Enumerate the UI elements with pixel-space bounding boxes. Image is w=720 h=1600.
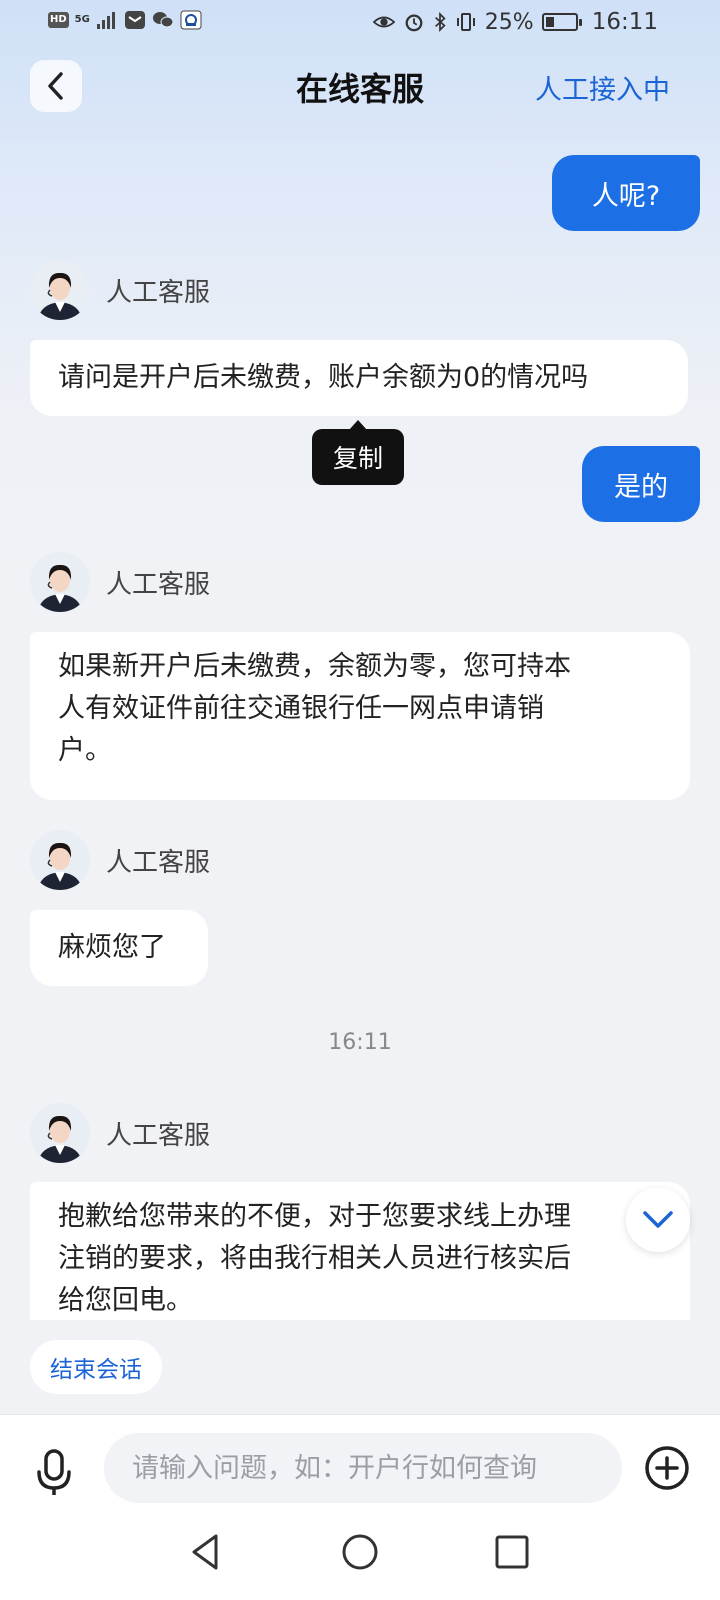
copy-tooltip[interactable]: 复制: [312, 420, 404, 485]
agent-message-line: 如果新开户后未缴费，余额为零，您可持本: [58, 651, 571, 682]
agent-message-line: 给您回电。: [58, 1285, 193, 1316]
agent-message[interactable]: 如果新开户后未缴费，余额为零，您可持本 人有效证件前往交通银行任一网点申请销 户…: [30, 632, 690, 800]
agent-message-line: 抱歉给您带来的不便，对于您要求线上办理: [58, 1201, 571, 1232]
voice-input-button[interactable]: [32, 1445, 76, 1501]
agent-message[interactable]: 抱歉给您带来的不便，对于您要求线上办理 注销的要求，将由我行相关人员进行核实后 …: [30, 1182, 690, 1320]
message-input[interactable]: [104, 1433, 622, 1503]
end-chat-button[interactable]: 结束会话: [30, 1340, 162, 1394]
agent-header: 人工客服: [30, 260, 210, 320]
wechat-icon: [152, 12, 174, 28]
agent-avatar: [30, 260, 90, 320]
network-5g-label: 5G: [74, 14, 90, 25]
agent-connecting-status: 人工接入中: [535, 75, 670, 106]
agent-message-line: 注销的要求，将由我行相关人员进行核实后: [58, 1243, 571, 1274]
message-scroll-clip: 抱歉给您带来的不便，对于您要求线上办理 注销的要求，将由我行相关人员进行核实后 …: [0, 1180, 720, 1320]
agent-avatar: [30, 552, 90, 612]
scroll-to-bottom-button[interactable]: [626, 1188, 690, 1252]
header: 在线客服 人工接入中: [0, 56, 720, 116]
hd-badge: HD: [48, 12, 69, 28]
agent-avatar: [30, 830, 90, 890]
mail-icon: [124, 11, 145, 29]
message-timestamp: 16:11: [328, 1030, 392, 1055]
battery-percent: 25%: [484, 9, 534, 35]
agent-message-text: 麻烦您了: [58, 932, 166, 963]
alarm-icon: [405, 14, 423, 32]
bank-app-icon: [180, 10, 202, 30]
agent-name: 人工客服: [106, 277, 211, 308]
vibrate-icon: [456, 13, 475, 31]
nav-back-icon[interactable]: [184, 1530, 228, 1574]
plus-circle-icon[interactable]: [644, 1445, 690, 1491]
user-message[interactable]: 人呢?: [552, 155, 700, 231]
clock: 16:11: [591, 9, 658, 35]
agent-message[interactable]: 请问是开户后未缴费，账户余额为0的情况吗: [30, 340, 688, 416]
agent-name: 人工客服: [106, 847, 211, 878]
agent-message-line: 户。: [58, 735, 112, 766]
battery-icon: [541, 13, 582, 31]
chevron-down-icon: [643, 1211, 673, 1228]
bluetooth-icon: [434, 12, 446, 32]
agent-name: 人工客服: [106, 1120, 211, 1151]
signal-icon: [96, 12, 115, 29]
agent-avatar: [30, 1103, 90, 1163]
agent-message-line: 人有效证件前往交通银行任一网点申请销: [58, 693, 544, 724]
status-left: HD 5G: [48, 10, 202, 30]
user-message[interactable]: 是的: [582, 446, 700, 522]
status-bar: HD 5G 25% 16:11: [0, 0, 720, 46]
status-right: 25% 16:11: [372, 9, 658, 35]
agent-message[interactable]: 麻烦您了: [30, 910, 208, 986]
nav-recents-icon[interactable]: [490, 1530, 534, 1574]
eye-icon: [372, 16, 395, 28]
microphone-icon: [37, 1449, 71, 1495]
agent-header: 人工客服: [30, 1103, 210, 1163]
agent-name: 人工客服: [106, 569, 211, 600]
agent-header: 人工客服: [30, 830, 210, 890]
agent-message-text: 请问是开户后未缴费，账户余额为0的情况吗: [58, 362, 589, 393]
nav-home-icon[interactable]: [338, 1530, 382, 1574]
system-nav-bar: [0, 1510, 720, 1600]
agent-header: 人工客服: [30, 552, 210, 612]
